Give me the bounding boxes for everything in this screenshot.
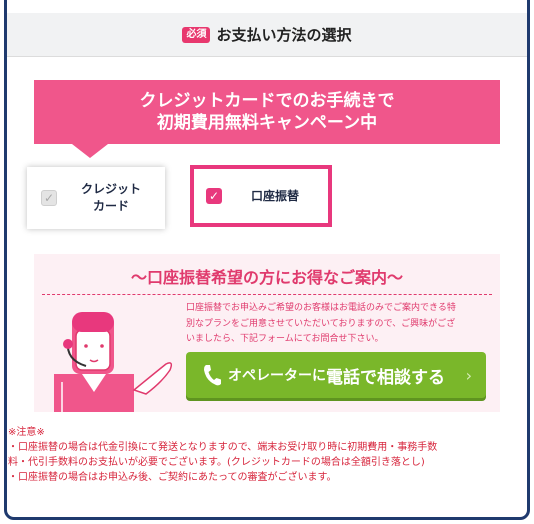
campaign-line-1: クレジットカードでのお手続きで (139, 91, 395, 111)
option-label-credit: クレジット カード (57, 181, 165, 215)
info-text-line-2: 別なプランをご用意させていただいておりますので、ご興味がござ (186, 318, 456, 329)
operator-illustration (54, 312, 173, 412)
payment-option-bank-transfer[interactable]: ✓ 口座振替 (190, 165, 332, 227)
campaign-banner: クレジットカードでのお手続きで 初期費用無料キャンペーン中 (34, 80, 500, 144)
info-text-line-1: 口座振替でお申込みご希望のお客様はお電話のみでご案内できる特 (186, 303, 456, 313)
chevron-right-icon: › (465, 365, 472, 385)
info-text-line-3: いましたら、下記フォームにてお問合せ下さい。 (186, 334, 384, 344)
section-title: お支払い方法の選択 (216, 26, 352, 44)
call-button-label: 電話で相談する (326, 367, 445, 388)
notes-line-3: ・口座振替の場合はお申込み後、ご契約にあたっての審査がございます。 (8, 472, 337, 483)
call-button-prefix: オペレーターに (228, 368, 326, 384)
info-text: 口座振替でお申込みご希望のお客様はお電話のみでご案内できる特 別なプランをご用意… (186, 301, 494, 348)
option-label-credit-line-2: カード (92, 199, 129, 213)
info-title: ～口座振替希望の方にお得なご案内～ (130, 268, 403, 287)
campaign-pointer (72, 144, 108, 158)
call-operator-button[interactable]: オペレーターに 電話で相談する › (186, 352, 486, 398)
phone-icon (204, 365, 221, 386)
campaign-line-2: 初期費用無料キャンペーン中 (156, 113, 378, 133)
notes: ※注意※ ・口座振替の場合は代金引換にて発送となりますので、端末お受け取り時に初… (8, 425, 518, 485)
option-label-bank: 口座振替 (250, 188, 299, 203)
checkbox-icon[interactable]: ✓ (41, 190, 57, 206)
notes-line-2: 料・代引手数料のお支払いが必要でございます。(クレジットカードの場合は全額引き落… (8, 457, 425, 468)
bank-transfer-info-box: ～口座振替希望の方にお得なご案内～ 口座振替でお申込みご希望のお客様はお電話のみ… (34, 254, 500, 412)
checkbox-icon[interactable]: ✓ (206, 188, 222, 204)
notes-line-1: ・口座振替の場合は代金引換にて発送となりますので、端末お受け取り時に初期費用・事… (8, 442, 438, 453)
required-badge: 必須 (182, 26, 211, 43)
divider (42, 294, 492, 295)
payment-option-credit-card[interactable]: ✓ クレジット カード (27, 167, 165, 229)
option-label-credit-line-1: クレジット (80, 182, 141, 196)
section-header: 必須 お支払い方法の選択 (7, 13, 527, 57)
notes-heading: ※注意※ (8, 427, 45, 438)
